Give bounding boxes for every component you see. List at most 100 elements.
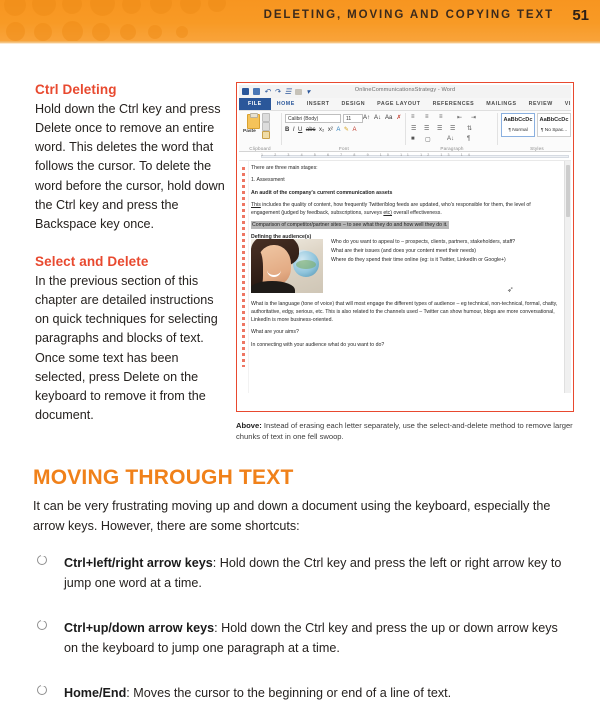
borders-icon[interactable]: ▢ <box>425 136 431 143</box>
word-window: ↶ ↷ ☰ ▾ OnlineCommunicationsStrategy - W… <box>239 85 571 409</box>
align-left-icon[interactable]: ☰ <box>411 125 416 132</box>
document-canvas[interactable]: There are three main stages: 1. Assessme… <box>239 161 571 393</box>
paste-icon[interactable] <box>247 113 260 129</box>
header-underline <box>0 41 600 44</box>
cut-icon[interactable] <box>262 113 270 122</box>
ribbon-group-clipboard[interactable]: Paste Clipboard <box>241 111 279 151</box>
bulleted-list-icon[interactable]: ≡ <box>411 114 415 120</box>
font-name-input[interactable]: Calibri (Body) <box>285 114 341 123</box>
figure-caption: Above: Instead of erasing each letter se… <box>236 420 576 442</box>
ruler-tick-numbers: 1 2 3 4 5 6 7 8 9 10 11 12 13 14 <box>261 152 475 157</box>
shortcut-bullet-list: Ctrl+left/right arrow keys: Hold down th… <box>33 553 573 727</box>
tab-mailings[interactable]: MAILINGS <box>480 98 522 110</box>
doc-question-2: What are their issues (and does your con… <box>331 247 477 254</box>
doc-question-3: Where do they spend their time online (e… <box>331 256 506 263</box>
tab-file[interactable]: FILE <box>239 98 271 110</box>
sort-icon[interactable]: A↓ <box>447 136 454 142</box>
copy-icon[interactable] <box>262 122 270 131</box>
ribbon-tabs[interactable]: FILE HOME INSERT DESIGN PAGE LAYOUT REFE… <box>239 98 571 111</box>
bullet-term-home-end: Home/End <box>64 685 127 700</box>
clipboard-group-label: Clipboard <box>249 146 271 151</box>
left-text-column: Ctrl Deleting Hold down the Ctrl key and… <box>35 82 227 425</box>
document-scrollbar[interactable] <box>564 161 571 393</box>
list-item: Ctrl+left/right arrow keys: Hold down th… <box>33 553 573 594</box>
style-no-spacing-label: ¶ No Spac... <box>540 128 568 133</box>
scrollbar-thumb[interactable] <box>566 165 570 217</box>
justify-icon[interactable]: ☰ <box>450 125 455 132</box>
bold-button[interactable]: B <box>285 126 289 134</box>
paragraph-ctrl-deleting: Hold down the Ctrl key and press Delete … <box>35 102 225 231</box>
subheading-ctrl-deleting: Ctrl Deleting <box>35 82 117 97</box>
increase-indent-icon[interactable]: ⇥ <box>471 114 476 121</box>
shoulder-graphic <box>251 281 295 293</box>
ribbon-group-paragraph[interactable]: ≡ ≡ ≡ ⇤ ⇥ ☰ ☰ ☰ ☰ ⇅ ■ ▢ A↓ ¶ Paragraph <box>409 111 495 151</box>
tab-page-layout[interactable]: PAGE LAYOUT <box>371 98 426 110</box>
tab-design[interactable]: DESIGN <box>336 98 372 110</box>
tab-view[interactable]: VIEW <box>559 98 571 110</box>
text-effects-icon[interactable]: A <box>336 126 340 134</box>
doc-line-intro: There are three main stages: <box>251 165 318 171</box>
grow-font-icon[interactable]: A↑ <box>363 114 370 122</box>
doc-para-audit: This includes the quality of content, ho… <box>251 202 561 218</box>
doc-last-line: In connecting with your audience what do… <box>251 342 385 349</box>
style-no-spacing[interactable]: AaBbCcDc ¶ No Spac... <box>537 113 571 137</box>
running-head-title: DELETING, MOVING AND COPYING TEXT <box>263 9 554 21</box>
subscript-button[interactable]: x₂ <box>319 126 324 134</box>
bullet-circle-icon <box>37 619 47 630</box>
align-right-icon[interactable]: ☰ <box>437 125 442 132</box>
doc-question-1: Who do you want to appeal to – prospects… <box>331 239 516 245</box>
tab-review[interactable]: REVIEW <box>523 98 559 110</box>
tab-references[interactable]: REFERENCES <box>427 98 481 110</box>
align-center-icon[interactable]: ☰ <box>424 125 429 132</box>
font-size-controls[interactable]: A↑ A↓ Aa ✗ <box>363 114 401 122</box>
document-questions-block: Who do you want to appeal to – prospects… <box>331 239 561 266</box>
doc-line-assessment: 1. Assessment <box>251 177 285 184</box>
doc-selected-line[interactable]: Comparison of competitor/partner sites –… <box>251 220 561 230</box>
line-spacing-icon[interactable]: ⇅ <box>467 125 472 132</box>
strikethrough-button[interactable]: abc <box>306 126 316 134</box>
ribbon-divider-2 <box>405 113 406 145</box>
selected-text-highlight: Comparison of competitor/partner sites –… <box>251 220 449 229</box>
ribbon-group-styles[interactable]: AaBbCcDc ¶ Normal AaBbCcDc ¶ No Spac... … <box>501 111 571 151</box>
ribbon-group-font[interactable]: Calibri (Body) 11 A↑ A↓ Aa ✗ B I U abc x… <box>285 111 403 151</box>
document-page[interactable]: There are three main stages: 1. Assessme… <box>251 165 561 247</box>
doc-para-audit-etc: etc) <box>383 209 393 216</box>
section-heading-moving-through-text: MOVING THROUGH TEXT <box>33 466 294 489</box>
bullet-circle-icon <box>37 684 47 695</box>
font-color-icon[interactable]: A <box>352 126 356 134</box>
font-format-controls[interactable]: B I U abc x₂ x² A ✎ A <box>285 126 356 134</box>
style-normal-label: ¶ Normal <box>508 128 528 133</box>
header-decorative-dots <box>0 0 260 41</box>
list-item: Home/End: Moves the cursor to the beginn… <box>33 683 573 703</box>
ribbon-home[interactable]: Paste Clipboard Calibri (Body) 11 A↑ A↓ … <box>239 111 571 152</box>
paste-label: Paste <box>243 129 256 134</box>
word-title-bar: ↶ ↷ ☰ ▾ OnlineCommunicationsStrategy - W… <box>239 85 571 99</box>
text-highlight-icon[interactable]: ✎ <box>344 126 349 134</box>
change-case-icon[interactable]: Aa <box>385 114 392 122</box>
shrink-font-icon[interactable]: A↓ <box>374 114 381 122</box>
bullet-circle-icon <box>37 555 47 565</box>
style-normal[interactable]: AaBbCcDc ¶ Normal <box>501 113 535 137</box>
underline-button[interactable]: U <box>298 126 302 134</box>
shading-icon[interactable]: ■ <box>411 136 415 142</box>
horizontal-ruler[interactable]: 1 2 3 4 5 6 7 8 9 10 11 12 13 14 <box>239 152 571 161</box>
mouse-cursor-icon: ➶ <box>507 285 514 294</box>
caption-text: Instead of erasing each letter separatel… <box>236 421 573 441</box>
decrease-indent-icon[interactable]: ⇤ <box>457 114 462 121</box>
superscript-button[interactable]: x² <box>328 126 333 134</box>
multilevel-list-icon[interactable]: ≡ <box>439 114 443 120</box>
style-normal-preview: AaBbCcDc <box>503 117 533 123</box>
clear-formatting-icon[interactable]: ✗ <box>396 114 401 122</box>
document-inline-photo[interactable] <box>251 239 323 293</box>
tab-home[interactable]: HOME <box>271 98 301 110</box>
tab-insert[interactable]: INSERT <box>301 98 336 110</box>
paragraph-select-and-delete: In the previous section of this chapter … <box>35 273 218 422</box>
doc-para-audit-start: This <box>251 201 261 208</box>
numbered-list-icon[interactable]: ≡ <box>425 114 429 120</box>
font-size-input[interactable]: 11 <box>343 114 363 123</box>
format-painter-icon[interactable] <box>262 131 270 139</box>
italic-button[interactable]: I <box>293 126 295 134</box>
show-marks-icon[interactable]: ¶ <box>467 136 470 142</box>
section-intro-paragraph: It can be very frustrating moving up and… <box>33 499 551 534</box>
bullet-term-ctrl-left-right: Ctrl+left/right arrow keys <box>64 556 213 570</box>
